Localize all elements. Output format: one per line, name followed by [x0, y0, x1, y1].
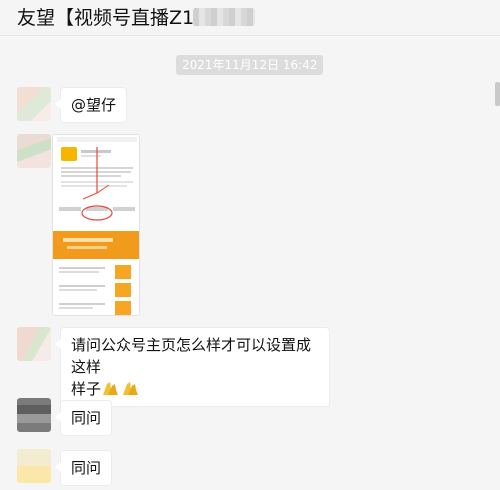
message-text: @望仔: [71, 96, 117, 114]
message-timestamp: 2021年11月12日 16:42: [176, 55, 324, 75]
message-text: 同问: [71, 409, 102, 427]
avatar[interactable]: [17, 449, 51, 483]
avatar[interactable]: [17, 134, 51, 168]
praying-hands-emoji-icon: [121, 380, 141, 396]
redacted-title-suffix: [193, 8, 255, 26]
title-bar: 友望【视频号直播Z1】: [0, 0, 500, 36]
praying-hands-emoji-icon: [101, 380, 121, 396]
message-text: 样子: [71, 380, 102, 398]
avatar[interactable]: [17, 398, 51, 432]
message-bubble[interactable]: @望仔: [54, 87, 128, 123]
avatar[interactable]: [17, 87, 51, 121]
chat-title: 友望【视频号直播Z1】: [17, 7, 214, 29]
scrollbar-thumb[interactable]: [495, 82, 500, 106]
image-message[interactable]: [52, 134, 140, 316]
message-text-line: 请问公众号主页怎么样才可以设置成这样: [71, 336, 312, 376]
phone-screenshot-thumbnail: [53, 135, 139, 315]
message-bubble[interactable]: 同问: [54, 450, 113, 486]
message-text-line: 样子: [71, 378, 319, 400]
message-text: 同问: [71, 459, 102, 477]
message-bubble[interactable]: 请问公众号主页怎么样才可以设置成这样 样子: [55, 327, 330, 407]
avatar[interactable]: [17, 327, 51, 361]
message-bubble[interactable]: 同问: [54, 400, 113, 436]
